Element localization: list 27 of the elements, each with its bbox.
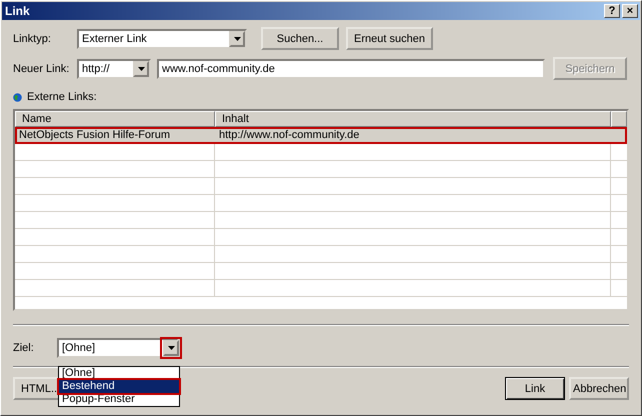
dropdown-arrow-button[interactable] [160,337,182,359]
search-again-button[interactable]: Erneut suchen [346,27,433,50]
table-cell: NetObjects Fusion Hilfe-Forum [15,127,215,143]
table-cell: http://www.nof-community.de [215,127,611,143]
target-dropdown[interactable]: [Ohne] [57,338,179,358]
link-button[interactable]: Link [505,377,565,400]
caret-icon [234,36,240,40]
close-button[interactable]: × [622,4,638,18]
protocol-dropdown[interactable]: http:// [77,58,151,78]
globe-icon [13,92,22,102]
linktyp-dropdown[interactable]: Externer Link [77,28,247,48]
new-link-label: Neuer Link: [13,62,70,74]
linktyp-label: Linktyp: [13,32,52,44]
external-links-label: Externe Links: [27,91,97,103]
target-label: Ziel: [13,342,35,354]
table-row[interactable]: NetObjects Fusion Hilfe-Forum http://www.nof-community.de [15,127,627,144]
dropdown-option[interactable]: [Ohne] [59,367,179,380]
caret-icon [138,66,144,70]
dropdown-option[interactable]: Bestehend [59,380,179,393]
caret-icon [168,346,174,350]
search-button[interactable]: Suchen... [261,27,339,50]
cancel-button[interactable]: Abbrechen [569,377,629,400]
help-button[interactable]: ? [604,4,620,18]
column-header[interactable]: Inhalt [215,111,611,127]
column-header[interactable]: Name [15,111,215,127]
link-input[interactable]: www.nof-community.de [157,58,545,78]
window-title: Link [5,4,31,18]
